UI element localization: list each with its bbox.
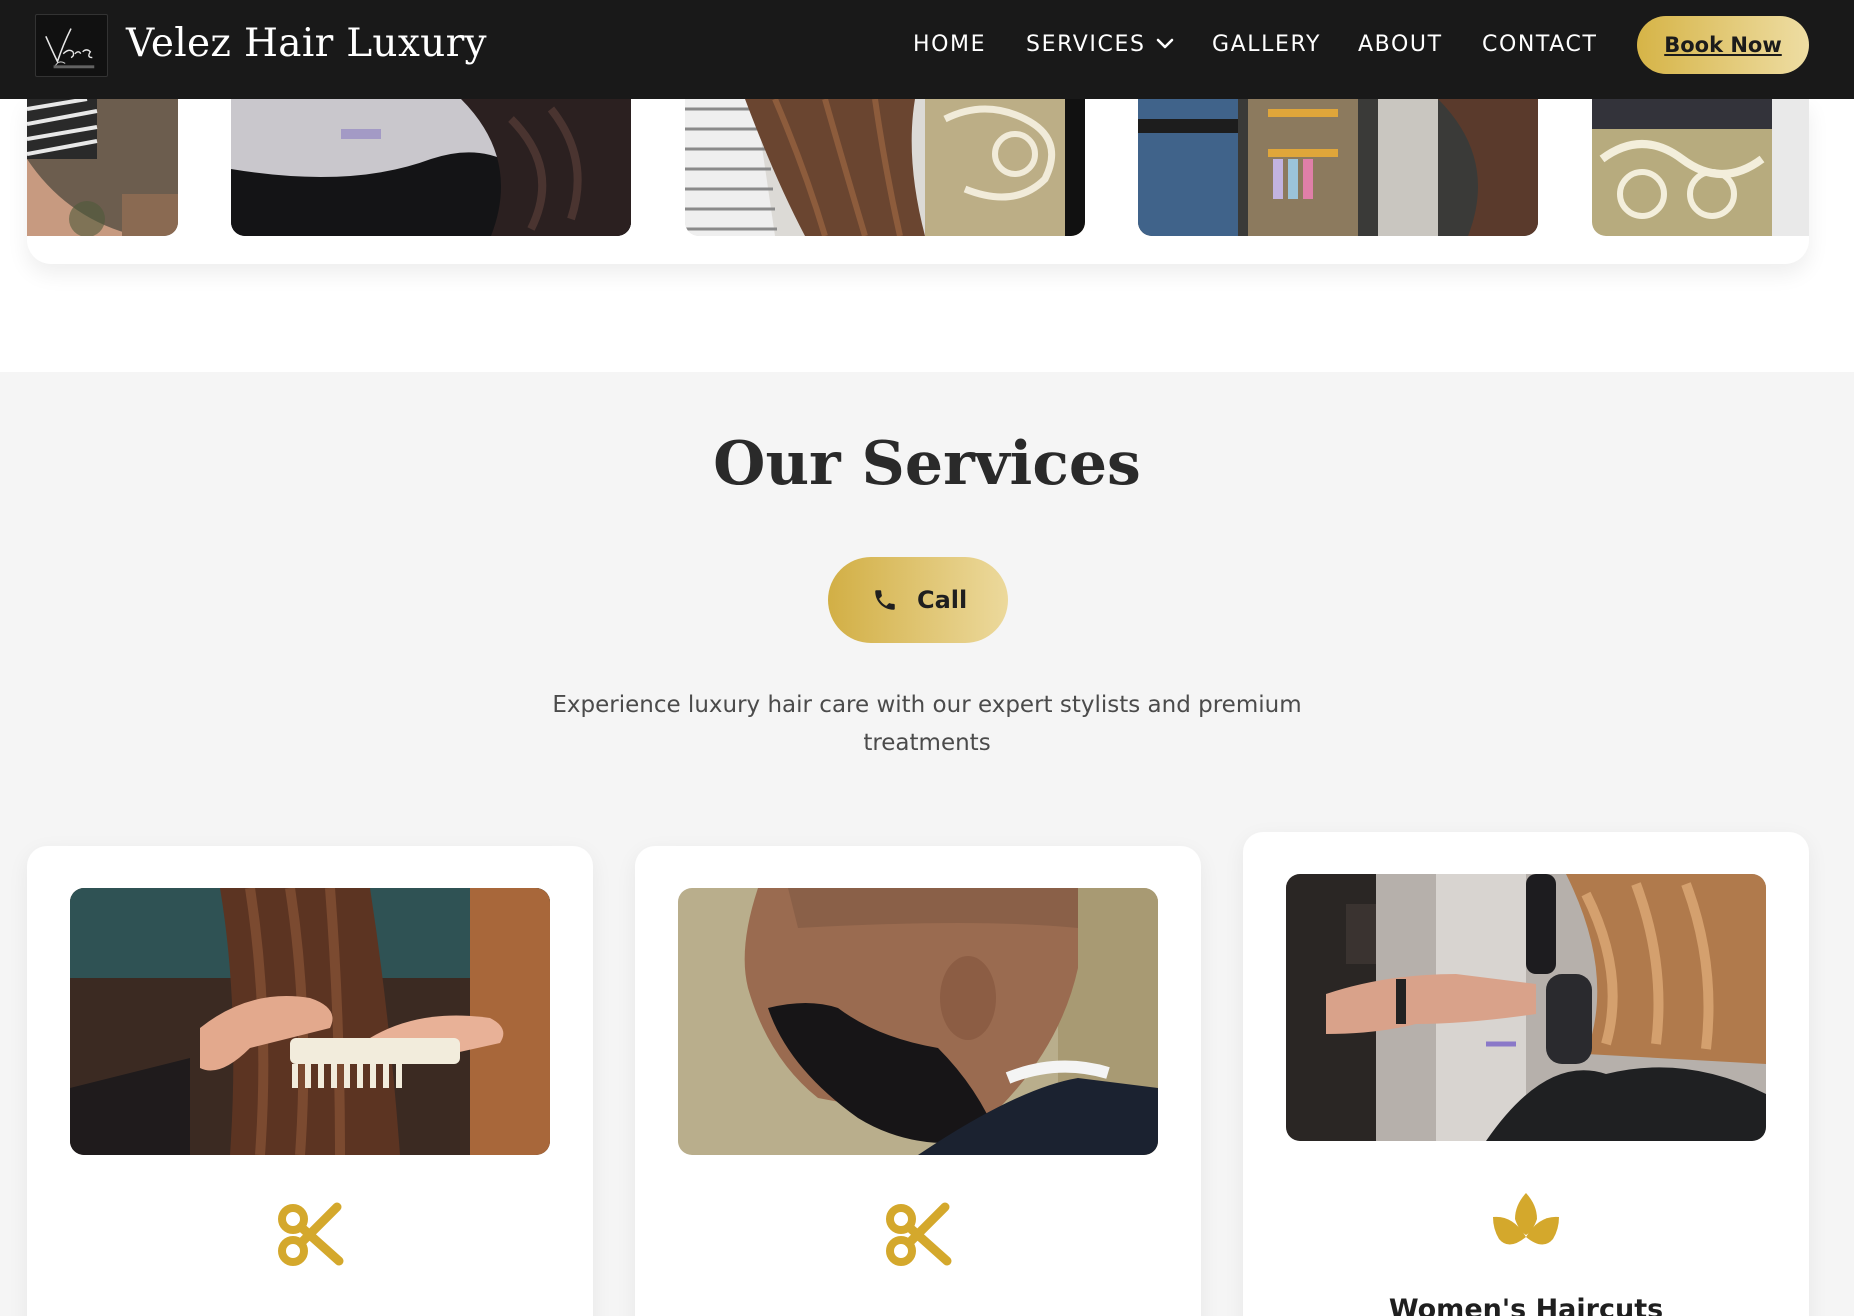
- gallery-photo[interactable]: [1138, 99, 1538, 236]
- hair-comb-photo: [70, 888, 550, 1155]
- call-button-label: Call: [917, 586, 968, 614]
- top-navbar: Velez Hair Luxury HOME SERVICES GALLERY …: [0, 0, 1854, 99]
- service-card[interactable]: [27, 846, 593, 1316]
- gallery-photo[interactable]: [27, 99, 178, 236]
- nav-home-link[interactable]: HOME: [913, 28, 986, 62]
- brand-name[interactable]: Velez Hair Luxury: [126, 16, 487, 72]
- nav-gallery-link[interactable]: GALLERY: [1212, 28, 1321, 62]
- scissors-icon: [278, 1202, 344, 1266]
- service-card[interactable]: [635, 846, 1201, 1316]
- scissors-icon: [886, 1202, 952, 1266]
- nav-about-link[interactable]: ABOUT: [1358, 28, 1443, 62]
- gallery-photo-image: [1138, 99, 1538, 236]
- blow-dry-photo: [1286, 874, 1766, 1141]
- gallery-photo[interactable]: [1592, 99, 1809, 236]
- chevron-down-icon: [1156, 38, 1173, 49]
- services-description: Experience luxury hair care with our exp…: [552, 692, 1302, 756]
- service-name: Women's Haircuts: [1388, 1294, 1664, 1316]
- gallery-photo-image: [231, 99, 631, 236]
- service-card[interactable]: Women's Haircuts: [1243, 832, 1809, 1316]
- gallery-carousel[interactable]: [27, 99, 1809, 264]
- service-image: [1286, 874, 1766, 1141]
- book-now-button[interactable]: Book Now: [1637, 16, 1809, 74]
- nav-services-dropdown[interactable]: SERVICES: [1026, 28, 1176, 62]
- lotus-icon: [1493, 1193, 1559, 1245]
- nav-services-label: SERVICES: [1026, 32, 1146, 57]
- service-image: [70, 888, 550, 1155]
- call-button[interactable]: Call: [828, 557, 1008, 643]
- beard-trim-photo: [678, 888, 1158, 1155]
- gallery-photo[interactable]: [685, 99, 1085, 236]
- gallery-photo-image: [27, 99, 178, 236]
- services-title: Our Services: [713, 429, 1141, 499]
- service-image: [678, 888, 1158, 1155]
- gallery-photo-image: [1592, 99, 1809, 236]
- brand-logo[interactable]: [35, 14, 108, 77]
- gallery-photo[interactable]: [231, 99, 631, 236]
- nav-contact-link[interactable]: CONTACT: [1482, 28, 1598, 62]
- gallery-photo-image: [685, 99, 1085, 236]
- phone-icon: [875, 590, 895, 610]
- logo-signature-icon: [45, 28, 95, 69]
